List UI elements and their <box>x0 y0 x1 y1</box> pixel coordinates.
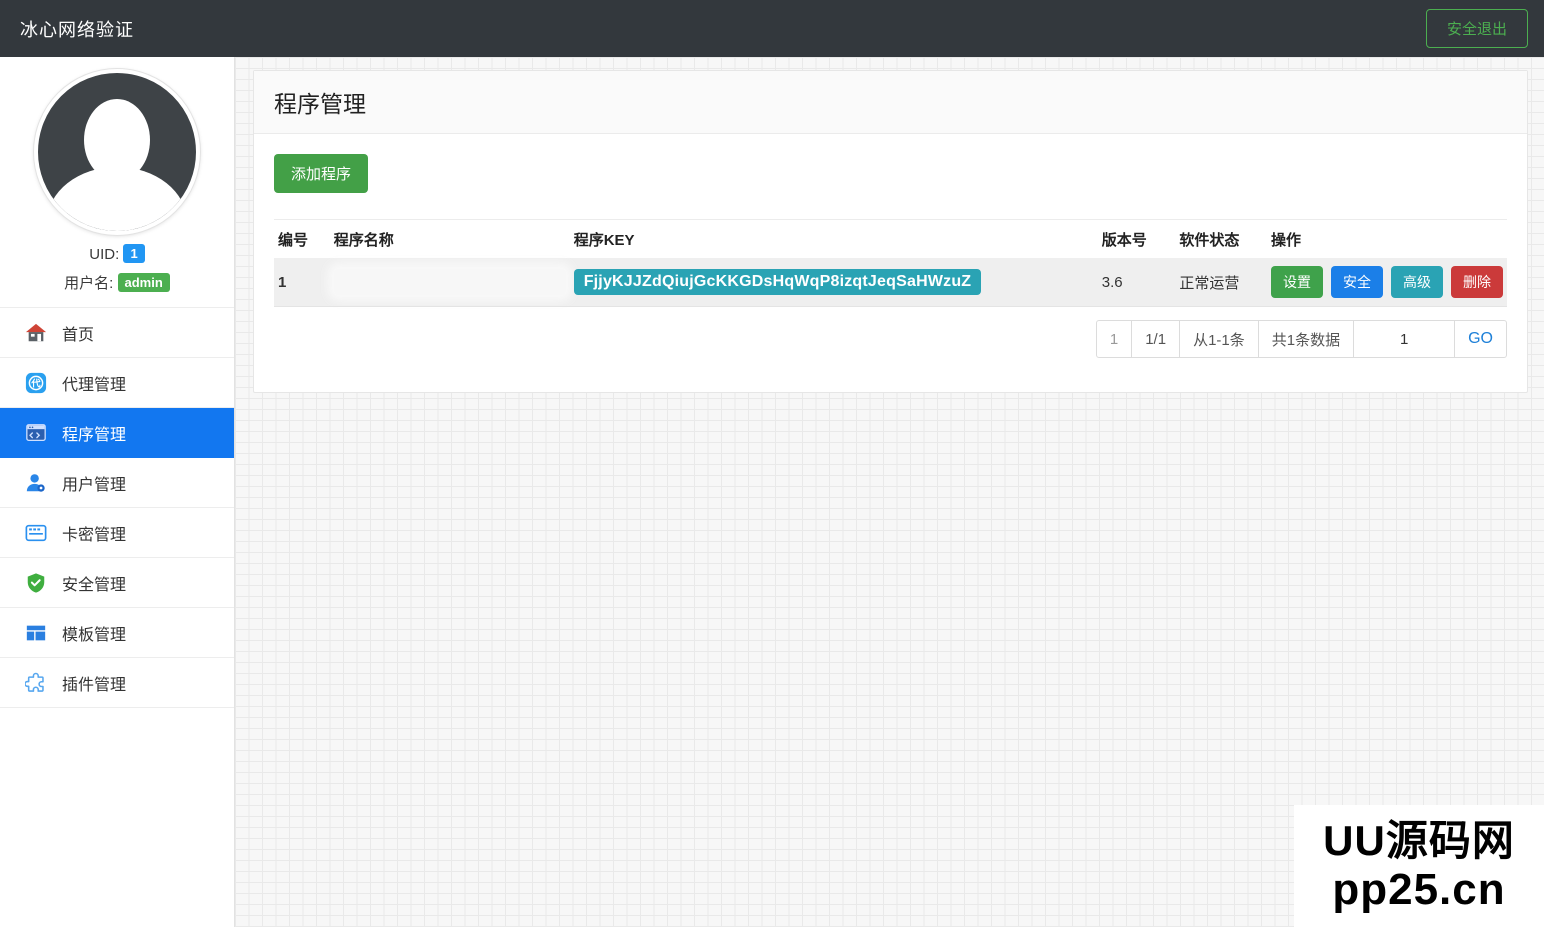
profile-section: UID: 1 用户名: admin <box>0 57 234 293</box>
avatar <box>34 69 200 235</box>
plugin-icon <box>24 671 48 695</box>
user-icon <box>24 471 48 495</box>
sidebar-item-label: 首页 <box>62 326 95 344</box>
uid-badge: 1 <box>123 244 145 263</box>
pagination-total: 共1条数据 <box>1257 321 1353 357</box>
uid-label: UID: <box>89 246 120 263</box>
uid-line: UID: 1 <box>0 244 234 263</box>
main-content-area: 程序管理 添加程序 编号 程序名称 程序KEY 版本号 软件状态 操作 1 Fj… <box>235 57 1544 927</box>
page-title: 程序管理 <box>274 91 366 117</box>
username-badge: admin <box>117 273 170 292</box>
program-id: 1 <box>278 273 287 291</box>
avatar-shoulders-shape <box>47 167 187 231</box>
programs-table: 编号 程序名称 程序KEY 版本号 软件状态 操作 1 FjjyKJJZdQiu… <box>274 219 1507 307</box>
home-icon <box>24 321 48 345</box>
program-key-cell: FjjyKJJZdQiujGcKKGDsHqWqP8izqtJeqSaHWzuZ <box>570 258 1098 307</box>
sidebar-item-label: 模板管理 <box>62 626 127 644</box>
program-status: 正常运营 <box>1179 274 1240 292</box>
sidebar-item-label: 插件管理 <box>62 676 127 694</box>
username-label: 用户名: <box>64 275 114 292</box>
sidebar-item-programs[interactable]: 程序管理 <box>0 408 234 458</box>
sidebar-item-templates[interactable]: 模板管理 <box>0 608 234 658</box>
pagination-row: 1 1/1 从1-1条 共1条数据 GO <box>274 320 1507 358</box>
security-button[interactable]: 安全 <box>1331 266 1383 298</box>
page-jump-input[interactable] <box>1354 321 1455 357</box>
program-name-redacted <box>333 269 566 295</box>
delete-button[interactable]: 删除 <box>1451 266 1503 298</box>
svg-text:代: 代 <box>30 377 41 389</box>
action-buttons: 设置 安全 高级 删除 <box>1271 266 1503 298</box>
sidebar-item-card-keys[interactable]: 卡密管理 <box>0 508 234 558</box>
pagination-page-of: 1/1 <box>1131 321 1179 357</box>
pagination-go-button[interactable]: GO <box>1454 321 1506 357</box>
program-icon <box>24 421 48 445</box>
pagination-range: 从1-1条 <box>1179 321 1258 357</box>
sidebar-item-label: 程序管理 <box>62 427 127 444</box>
column-header-id: 编号 <box>278 232 309 249</box>
sidebar-item-security[interactable]: 安全管理 <box>0 558 234 608</box>
sidebar-item-label: 卡密管理 <box>62 526 127 544</box>
card-header: 程序管理 <box>254 71 1527 134</box>
watermark-line1: UU源码网 <box>1323 816 1515 864</box>
template-icon <box>24 621 48 645</box>
advanced-button[interactable]: 高级 <box>1391 266 1443 298</box>
card-key-icon <box>24 521 48 545</box>
settings-button[interactable]: 设置 <box>1271 266 1323 298</box>
sidebar-item-home[interactable]: 首页 <box>0 308 234 358</box>
program-key-badge: FjjyKJJZdQiujGcKKGDsHqWqP8izqtJeqSaHWzuZ <box>573 269 982 295</box>
card-body: 添加程序 编号 程序名称 程序KEY 版本号 软件状态 操作 1 FjjyKJJ… <box>254 134 1527 392</box>
username-line: 用户名: admin <box>0 272 234 293</box>
program-name-cell <box>330 258 570 307</box>
watermark-line2: pp25.cn <box>1332 864 1506 914</box>
logout-button[interactable]: 安全退出 <box>1425 9 1528 48</box>
sidebar-item-label: 安全管理 <box>62 576 127 594</box>
table-row: 1 FjjyKJJZdQiujGcKKGDsHqWqP8izqtJeqSaHWz… <box>274 258 1507 307</box>
app-title: 冰心网络验证 <box>20 19 134 40</box>
sidebar-item-agents[interactable]: 代 代理管理 <box>0 358 234 408</box>
column-header-version: 版本号 <box>1101 232 1147 249</box>
agent-icon: 代 <box>24 371 48 395</box>
program-management-card: 程序管理 添加程序 编号 程序名称 程序KEY 版本号 软件状态 操作 1 Fj… <box>253 70 1528 393</box>
column-header-key: 程序KEY <box>573 232 635 249</box>
table-header-row: 编号 程序名称 程序KEY 版本号 软件状态 操作 <box>274 220 1507 259</box>
program-actions-cell: 设置 安全 高级 删除 <box>1267 258 1507 307</box>
pagination-input-cell <box>1353 321 1455 357</box>
sidebar: UID: 1 用户名: admin 首页 代 代理管理 程序管理 用户管理 卡密… <box>0 57 235 927</box>
program-version: 3.6 <box>1101 273 1123 291</box>
column-header-actions: 操作 <box>1271 232 1302 249</box>
column-header-status: 软件状态 <box>1179 232 1240 249</box>
sidebar-item-label: 用户管理 <box>62 476 127 494</box>
sidebar-menu: 首页 代 代理管理 程序管理 用户管理 卡密管理 安全管理 模板管理 插件管理 <box>0 307 234 708</box>
shield-icon <box>24 571 48 595</box>
column-header-name: 程序名称 <box>333 232 394 249</box>
sidebar-item-plugins[interactable]: 插件管理 <box>0 658 234 708</box>
pagination: 1 1/1 从1-1条 共1条数据 GO <box>1095 320 1507 358</box>
sidebar-item-users[interactable]: 用户管理 <box>0 458 234 508</box>
sidebar-item-label: 代理管理 <box>62 376 127 394</box>
pagination-page[interactable]: 1 <box>1097 321 1131 357</box>
top-header: 冰心网络验证 安全退出 <box>0 0 1544 57</box>
watermark: UU源码网 pp25.cn <box>1294 805 1544 927</box>
add-program-button[interactable]: 添加程序 <box>274 154 369 193</box>
